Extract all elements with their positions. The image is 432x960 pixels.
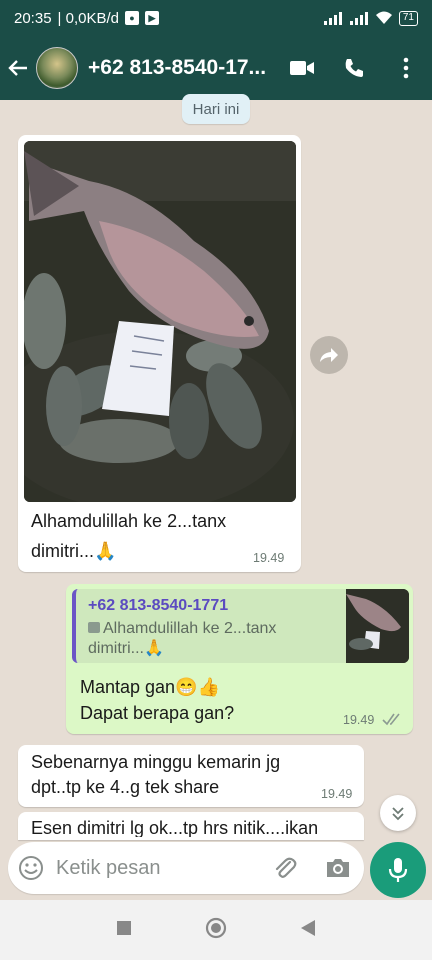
message-text-line: dpt..tp ke 4..g tek share [31, 777, 220, 797]
message-input[interactable] [56, 842, 256, 894]
paperclip-icon [275, 857, 297, 878]
battery-icon: 71 [398, 10, 418, 26]
wifi-icon [375, 11, 392, 24]
back-button[interactable] [0, 48, 36, 88]
voice-call-button[interactable] [328, 46, 380, 90]
recents-button[interactable] [116, 920, 132, 941]
composer [8, 842, 364, 894]
chat-header: +62 813-8540-17... [0, 36, 432, 100]
message-time: 19.49 [253, 551, 285, 565]
home-button[interactable] [205, 917, 227, 944]
signal-icon [323, 12, 342, 25]
reply-quote[interactable]: +62 813-8540-1771 Alhamdulillah ke 2...t… [72, 589, 409, 663]
forward-button[interactable] [310, 336, 348, 374]
quote-sender: +62 813-8540-1771 [88, 597, 229, 614]
status-bar: 20:35 | 0,0KB/d ● ▶ 71 [0, 0, 432, 36]
microphone-icon [388, 858, 408, 882]
arrow-left-icon [8, 60, 27, 76]
fish-photo-image [24, 141, 296, 502]
message-text: Sebenarnya minggu kemarin jg dpt..tp ke … [31, 750, 280, 800]
more-options-button[interactable] [380, 46, 432, 90]
quote-thumbnail [346, 589, 409, 663]
avatar[interactable] [36, 47, 78, 89]
message-time: 19.49 [321, 787, 353, 801]
smiley-icon [19, 856, 43, 880]
triangle-back-icon [300, 919, 315, 936]
circle-icon [205, 917, 227, 938]
voice-message-button[interactable] [370, 842, 426, 898]
message-text-line: Esen dimitri lg ok...tp hrs nitik....ika… [31, 818, 319, 837]
scroll-to-bottom-button[interactable] [380, 795, 416, 831]
status-data-rate: | 0,0KB/d [57, 9, 119, 27]
phone-icon [345, 59, 363, 77]
message-text-line: dimitri...🙏 [31, 541, 117, 561]
message-text-line: Mantap gan😁👍 [80, 677, 220, 697]
system-nav-bar [0, 900, 432, 960]
video-camera-icon [290, 61, 314, 75]
contact-name[interactable]: +62 813-8540-17... [88, 56, 268, 80]
square-icon [117, 920, 132, 935]
emoji-button[interactable] [18, 855, 44, 881]
attach-button[interactable] [272, 855, 298, 881]
message-text: Alhamdulillah ke 2...tanx dimitri...🙏 [31, 508, 226, 564]
date-chip: Hari ini [182, 94, 250, 124]
quote-text-line: Alhamdulillah ke 2...tanx [103, 620, 277, 637]
notification-app-icon: ● [124, 11, 139, 25]
message-text-line: Dapat berapa gan? [80, 703, 235, 723]
message-time: 19.49 [343, 713, 375, 727]
status-time: 20:35 [14, 9, 52, 27]
quote-text: Alhamdulillah ke 2...tanx dimitri...🙏 [88, 619, 328, 659]
forward-arrow-icon [320, 348, 338, 362]
fish-photo[interactable] [24, 141, 296, 502]
notification-media-icon: ▶ [144, 11, 159, 25]
photo-icon [88, 622, 100, 633]
kebab-menu-icon [403, 57, 409, 79]
message-text-line: Sebenarnya minggu kemarin jg [31, 752, 281, 772]
chevron-double-down-icon [392, 807, 404, 821]
double-check-icon [382, 713, 400, 726]
video-call-button[interactable] [276, 46, 328, 90]
camera-icon [327, 859, 349, 877]
camera-button[interactable] [324, 855, 352, 881]
quote-text-line: dimitri...🙏 [88, 640, 164, 657]
message-text: Esen dimitri lg ok...tp hrs nitik....ika… [31, 815, 318, 837]
message-text-line: Alhamdulillah ke 2...tanx [31, 511, 227, 531]
message-text: Mantap gan😁👍 Dapat berapa gan? [80, 674, 234, 726]
signal-icon-2 [349, 12, 368, 25]
fish-thumbnail-image [346, 589, 409, 663]
back-nav-button[interactable] [300, 919, 316, 942]
